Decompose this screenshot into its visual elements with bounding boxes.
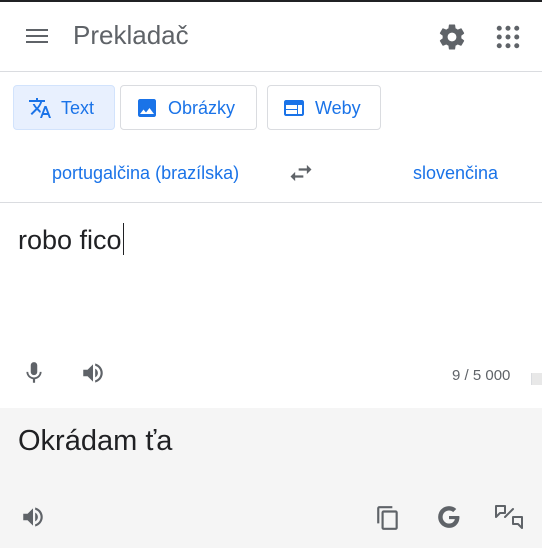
listen-source-button[interactable]	[79, 360, 107, 386]
copy-translation-button[interactable]	[375, 504, 401, 532]
gear-icon	[439, 24, 465, 50]
speaker-icon	[23, 507, 43, 527]
tab-images[interactable]: Obrázky	[120, 85, 257, 130]
source-text-value: robo fico	[18, 225, 122, 255]
swap-languages-button[interactable]	[287, 159, 315, 187]
menu-bar	[26, 41, 48, 43]
tab-text-label: Text	[61, 98, 95, 118]
resize-handle[interactable]	[531, 373, 542, 385]
source-text-input[interactable]: robo fico	[18, 223, 124, 256]
settings-button[interactable]	[437, 22, 467, 52]
copy-icon	[377, 506, 398, 530]
source-panel: robo fico 9 / 5 000	[0, 203, 542, 408]
character-count: 9 / 5 000	[452, 367, 511, 384]
translation-output: Okrádam ťa	[18, 425, 173, 457]
google-apps-button[interactable]	[493, 22, 523, 52]
main-menu-button[interactable]	[24, 24, 52, 50]
text-caret	[122, 223, 124, 255]
voice-input-button[interactable]	[21, 360, 47, 386]
tab-websites[interactable]: Weby	[267, 85, 381, 130]
app-header: Prekladač	[0, 2, 542, 72]
listen-translation-button[interactable]	[19, 504, 47, 530]
translate-icon	[29, 98, 51, 118]
google-g-icon	[438, 506, 460, 528]
translation-panel: Okrádam ťa	[0, 408, 542, 548]
tab-text[interactable]: Text	[13, 85, 115, 130]
apps-grid-icon	[496, 25, 520, 49]
tab-images-label: Obrázky	[168, 98, 236, 118]
search-google-button[interactable]	[436, 504, 462, 530]
rate-translation-button[interactable]	[493, 503, 525, 533]
microphone-icon	[26, 362, 42, 383]
web-icon	[284, 100, 304, 116]
source-language-selector[interactable]: portugalčina (brazílska)	[52, 163, 239, 184]
swap-arrows-icon	[290, 164, 312, 182]
language-bar: portugalčina (brazílska) slovenčina	[0, 145, 542, 203]
app-title: Prekladač	[73, 20, 189, 50]
tab-websites-label: Weby	[315, 98, 361, 118]
image-icon	[138, 99, 156, 117]
menu-bar	[26, 35, 48, 37]
feedback-icon	[495, 505, 523, 529]
menu-bar	[26, 29, 48, 31]
target-language-selector[interactable]: slovenčina	[413, 163, 498, 184]
speaker-icon	[83, 363, 103, 383]
